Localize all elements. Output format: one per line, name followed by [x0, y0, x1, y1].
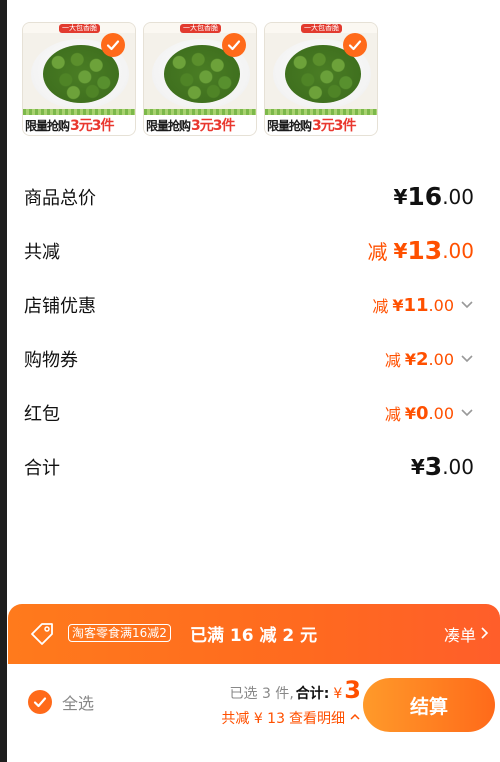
add-on-button[interactable]: 凑单: [444, 622, 490, 646]
coupon-tag: 淘客零食满16减2: [68, 624, 171, 642]
add-on-label: 凑单: [443, 626, 476, 645]
total-price-value: ¥ 16 .00: [393, 182, 474, 211]
minus-prefix: 减: [384, 405, 401, 424]
currency-symbol: ¥: [410, 454, 425, 479]
subtotal-label: 合计: [24, 457, 60, 479]
total-line: 已选 3 件 , 合计: ¥ 3: [186, 676, 362, 704]
select-all-toggle[interactable]: 全选: [28, 690, 94, 714]
brand-tag: 一大包香脆: [180, 24, 221, 33]
brand-tag: 一大包香脆: [59, 24, 100, 33]
promo-price: 3元3件: [191, 118, 235, 134]
total-discount-label: 共减: [24, 241, 60, 263]
red-packet-value[interactable]: 减 ¥ 0 .00: [385, 401, 474, 425]
promo-status: 已满 16 减 2 元: [190, 626, 318, 646]
view-details-link[interactable]: 共减 ¥ 13 查看明细: [186, 708, 361, 728]
checkmark-icon[interactable]: [343, 33, 367, 57]
sum-value: 3: [344, 676, 361, 704]
left-edge-bar: [0, 0, 7, 762]
amount-integer: 13: [407, 236, 443, 265]
sum-currency: ¥: [333, 686, 343, 702]
amount-decimal: .00: [442, 238, 474, 263]
promo-text: 限量抢购: [146, 118, 191, 133]
subtotal-row: 合计 ¥ 3 .00: [24, 452, 474, 481]
checkmark-icon[interactable]: [222, 33, 246, 57]
chevron-down-icon[interactable]: [460, 408, 474, 418]
chevron-up-icon: [349, 710, 361, 726]
currency-symbol: ¥: [393, 238, 408, 263]
subtotal-value: ¥ 3 .00: [411, 452, 474, 481]
product-thumbnail[interactable]: 一大包香脆 限量抢购 3元3件: [264, 22, 378, 136]
amount-decimal: .00: [442, 184, 474, 209]
minus-prefix: 减: [372, 297, 389, 316]
currency-symbol: ¥: [404, 403, 417, 423]
promo-text: 限量抢购: [25, 118, 70, 133]
sum-label: 合计:: [295, 686, 330, 702]
amount-decimal: .00: [428, 403, 454, 423]
store-discount-value[interactable]: 减 ¥ 11 .00: [372, 293, 474, 317]
currency-symbol: ¥: [404, 349, 417, 369]
select-all-label: 全选: [62, 694, 95, 713]
coupon-tag-icon: [28, 620, 58, 650]
promo-banner: 限量抢购 3元3件: [23, 115, 135, 135]
minus-prefix: 减: [384, 351, 401, 370]
total-price-label: 商品总价: [24, 187, 96, 209]
checkout-button[interactable]: 结算: [363, 678, 495, 732]
total-summary: 已选 3 件 , 合计: ¥ 3 共减 ¥ 13 查看明细: [186, 676, 361, 728]
product-thumbnail[interactable]: 一大包香脆 限量抢购 3元3件: [22, 22, 136, 136]
brand-tag: 一大包香脆: [301, 24, 342, 33]
checkmark-icon[interactable]: [28, 690, 52, 714]
promo-price: 3元3件: [312, 118, 356, 134]
promotion-bar: 淘客零食满16减2 已满 16 减 2 元 凑单: [8, 604, 500, 664]
coupon-row[interactable]: 购物券 减 ¥ 2 .00: [24, 346, 474, 372]
chevron-down-icon[interactable]: [460, 300, 474, 310]
checkmark-icon[interactable]: [101, 33, 125, 57]
product-thumbnail[interactable]: 一大包香脆 限量抢购 3元3件: [143, 22, 257, 136]
chevron-right-icon: [480, 625, 490, 644]
total-price-row: 商品总价 ¥ 16 .00: [24, 182, 474, 211]
total-discount-value: 减 ¥ 13 .00: [367, 236, 474, 265]
red-packet-label: 红包: [24, 404, 60, 425]
coupon-label: 购物券: [24, 350, 78, 371]
amount-integer: 16: [407, 182, 443, 211]
coupon-value[interactable]: 减 ¥ 2 .00: [385, 347, 474, 371]
store-discount-label: 店铺优惠: [24, 296, 96, 317]
amount-integer: 0: [416, 402, 429, 424]
promo-banner: 限量抢购 3元3件: [265, 115, 377, 135]
amount-decimal: .00: [428, 295, 454, 315]
amount-decimal: .00: [428, 349, 454, 369]
minus-prefix: 减: [367, 240, 388, 264]
discount-summary: 共减 ¥ 13: [221, 711, 285, 727]
red-packet-row[interactable]: 红包 减 ¥ 0 .00: [24, 400, 474, 426]
amount-decimal: .00: [442, 454, 474, 479]
checkout-bar: 全选 已选 3 件 , 合计: ¥ 3 共减 ¥ 13 查看明细 结算: [8, 664, 500, 762]
promo-text: 限量抢购: [267, 118, 312, 133]
amount-integer: 3: [424, 452, 443, 481]
store-discount-row[interactable]: 店铺优惠 减 ¥ 11 .00: [24, 292, 474, 318]
amount-integer: 11: [403, 294, 429, 316]
separator: ,: [289, 686, 294, 702]
details-label: 查看明细: [289, 711, 345, 727]
promo-banner: 限量抢购 3元3件: [144, 115, 256, 135]
chevron-down-icon[interactable]: [460, 354, 474, 364]
product-thumbnails: 一大包香脆 限量抢购 3元3件 一大包香脆 限量抢购 3元3件 一大包香脆 限量…: [22, 22, 378, 136]
amount-integer: 2: [416, 348, 429, 370]
currency-symbol: ¥: [393, 184, 408, 209]
total-discount-row: 共减 减 ¥ 13 .00: [24, 236, 474, 265]
selected-count: 已选 3 件: [229, 686, 290, 702]
currency-symbol: ¥: [392, 295, 404, 315]
promo-price: 3元3件: [70, 118, 114, 134]
